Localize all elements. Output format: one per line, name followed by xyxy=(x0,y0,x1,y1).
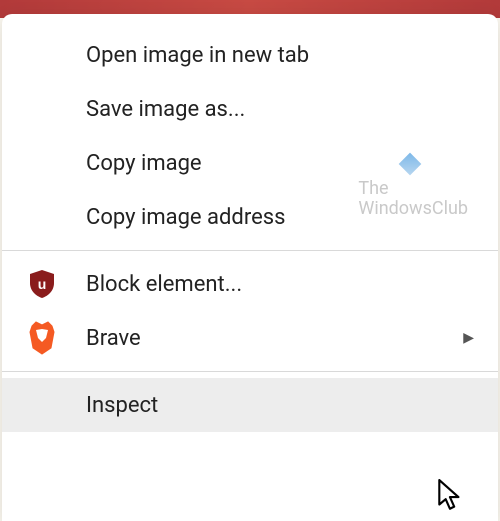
menu-item-label: Open image in new tab xyxy=(86,43,474,68)
ublock-icon: u xyxy=(26,268,86,300)
menu-item-label: Inspect xyxy=(86,393,474,418)
menu-item-copy-image[interactable]: Copy image xyxy=(2,136,498,190)
menu-separator xyxy=(2,250,498,251)
menu-item-inspect[interactable]: Inspect xyxy=(2,378,498,432)
svg-text:u: u xyxy=(38,276,47,292)
menu-item-label: Save image as... xyxy=(86,97,474,122)
menu-item-save-image-as[interactable]: Save image as... xyxy=(2,82,498,136)
menu-item-label: Copy image address xyxy=(86,205,474,230)
menu-item-label: Copy image xyxy=(86,151,474,176)
menu-item-label: Block element... xyxy=(86,272,474,297)
menu-separator xyxy=(2,371,498,372)
menu-item-block-element[interactable]: u Block element... xyxy=(2,257,498,311)
context-menu: Open image in new tab Save image as... C… xyxy=(2,14,498,521)
chevron-right-icon: ▶ xyxy=(463,330,474,346)
menu-item-open-image-new-tab[interactable]: Open image in new tab xyxy=(2,28,498,82)
menu-item-label: Brave xyxy=(86,326,463,351)
brave-icon xyxy=(26,320,86,356)
menu-item-brave[interactable]: Brave ▶ xyxy=(2,311,498,365)
menu-item-copy-image-address[interactable]: Copy image address xyxy=(2,190,498,244)
